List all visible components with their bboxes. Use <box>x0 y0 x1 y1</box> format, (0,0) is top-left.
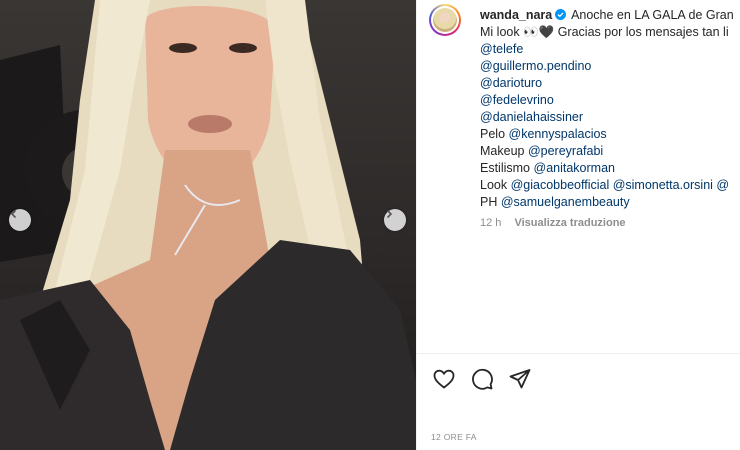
username-link[interactable]: wanda_nara <box>480 8 552 22</box>
post-header <box>429 4 461 36</box>
comment-icon <box>472 368 493 390</box>
credit-line: PH @samuelganembeauty <box>480 194 740 211</box>
previous-image-button[interactable] <box>9 209 31 231</box>
credit-label: Pelo <box>480 127 506 141</box>
mention-link[interactable]: @darioturo <box>480 75 740 92</box>
heart-icon <box>433 369 455 389</box>
post-panel: wanda_nara Anoche en LA GALA de Gran Mi … <box>417 0 740 450</box>
credit-handles[interactable]: @pereyrafabi <box>528 144 603 158</box>
post-caption: wanda_nara Anoche en LA GALA de Gran Mi … <box>480 7 740 211</box>
like-button[interactable] <box>432 367 456 391</box>
credit-line: Pelo @kennyspalacios <box>480 126 740 143</box>
credit-handles[interactable]: @anitakorman <box>534 161 615 175</box>
verified-badge-icon <box>555 9 567 20</box>
share-icon <box>509 369 531 389</box>
post-timestamp: 12 ORE FA <box>431 432 477 442</box>
mention-link[interactable]: @fedelevrino <box>480 92 740 109</box>
credit-label: Look <box>480 178 508 192</box>
avatar[interactable] <box>429 4 461 36</box>
comment-button[interactable] <box>470 367 494 391</box>
next-image-button[interactable] <box>384 209 406 231</box>
credit-handles[interactable]: @kennyspalacios <box>509 127 607 141</box>
post-age: 12 h <box>480 217 502 229</box>
post-meta: 12 h Visualizza traduzione <box>480 217 626 229</box>
chevron-right-icon <box>386 209 393 219</box>
credit-line: Look @giacobbeofficial @simonetta.orsini… <box>480 177 740 194</box>
credit-line: Estilismo @anitakorman <box>480 160 740 177</box>
mention-link[interactable]: @danielahaissiner <box>480 109 740 126</box>
action-bar <box>432 367 532 391</box>
credit-handles[interactable]: @samuelganembeauty <box>501 195 630 209</box>
mention-link[interactable]: @guillermo.pendino <box>480 58 740 75</box>
mention-link[interactable]: @telefe <box>480 41 740 58</box>
post-photo <box>0 0 416 450</box>
caption-second-prefix: Mi look <box>480 25 520 39</box>
share-button[interactable] <box>508 367 532 391</box>
credit-handles[interactable]: @giacobbeofficial @simonetta.orsini @ <box>511 178 730 192</box>
caption-first-line: Anoche en LA GALA de Gran <box>571 8 734 22</box>
credit-label: Makeup <box>480 144 525 158</box>
actions-divider <box>417 353 740 354</box>
credit-label: PH <box>480 195 498 209</box>
credit-label: Estilismo <box>480 161 531 175</box>
caption-second-suffix: Gracias por los mensajes tan li <box>557 25 729 39</box>
chevron-left-icon <box>10 209 17 219</box>
caption-emoji: 👀🖤 <box>523 25 555 39</box>
photo-illustration <box>0 0 416 450</box>
credit-line: Makeup @pereyrafabi <box>480 143 740 160</box>
translate-button[interactable]: Visualizza traduzione <box>514 217 625 229</box>
